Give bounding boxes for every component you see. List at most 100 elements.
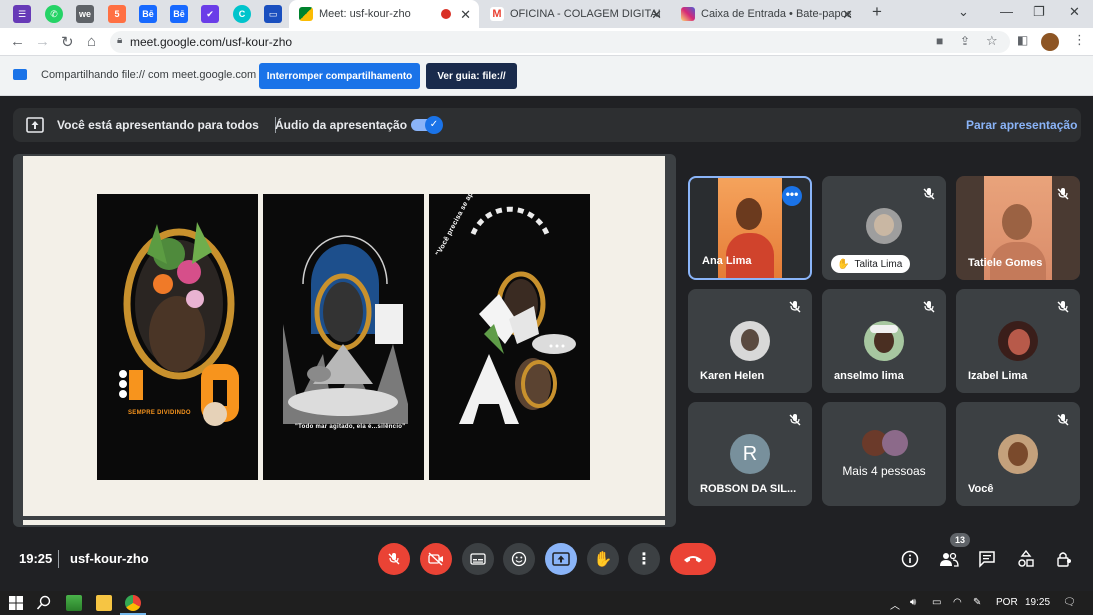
leave-call-button[interactable] <box>670 543 716 575</box>
tab-search-icon[interactable]: ⌄ <box>958 4 969 20</box>
view-tab-button[interactable]: Ver guia: file:// <box>426 63 517 89</box>
participant-tile[interactable]: R ROBSON DA SIL... <box>688 402 812 506</box>
side-panel-icon[interactable]: ◧ <box>1017 33 1028 47</box>
search-icon[interactable] <box>36 595 52 611</box>
chat-button[interactable] <box>976 548 998 570</box>
host-controls-button[interactable] <box>1053 548 1075 570</box>
presentation-stage: SEMPRE DIVIDINDO "Todo mar agitado, ela … <box>13 154 676 527</box>
forward-icon[interactable]: → <box>35 33 50 50</box>
avatar <box>864 321 904 361</box>
presentation-audio-label: Áudio da apresentação <box>275 118 408 132</box>
battery-icon[interactable]: ▭ <box>932 597 941 608</box>
avatar <box>730 321 770 361</box>
browser-toolbar: ← → ↻ ⌂ 🔒︎ meet.google.com/usf-kour-zho … <box>0 28 1093 56</box>
recording-icon <box>441 9 451 19</box>
pocket-icon[interactable]: ✔ <box>201 5 219 23</box>
presentation-audio-toggle[interactable]: ✓ <box>411 116 443 134</box>
avatar <box>882 430 908 456</box>
address-bar[interactable]: 🔒︎ meet.google.com/usf-kour-zho ■ ⇪ ☆ <box>110 31 1010 53</box>
canva-icon[interactable]: C <box>233 5 251 23</box>
home-icon[interactable]: ⌂ <box>87 33 96 50</box>
tab-instagram[interactable]: Caixa de Entrada • Bate-papos ✕ <box>671 0 861 28</box>
bookmark-star-icon[interactable]: ☆ <box>986 33 998 49</box>
mic-off-icon <box>1057 301 1069 313</box>
poster-caption: "Todo mar agitado, ela é...silêncio" <box>295 424 406 430</box>
more-people-label: Mais 4 pessoas <box>842 464 926 478</box>
participant-name: Karen Helen <box>700 370 765 382</box>
close-tab-icon[interactable]: ✕ <box>460 7 471 23</box>
file-explorer-icon[interactable] <box>96 595 112 611</box>
whatsapp-icon[interactable]: ✆ <box>45 5 63 23</box>
new-tab-icon[interactable]: + <box>872 2 882 22</box>
avatar <box>866 208 902 244</box>
reactions-button[interactable] <box>503 543 535 575</box>
sharing-text: Compartilhando file:// com meet.google.c… <box>41 69 257 81</box>
taskbar-clock[interactable]: 19:25 <box>1025 597 1050 608</box>
present-now-button[interactable] <box>545 543 577 575</box>
wifi-icon[interactable]: ◠ <box>953 597 962 608</box>
chrome-icon[interactable] <box>125 595 141 611</box>
behance-icon[interactable]: Bē <box>170 5 188 23</box>
meeting-details-button[interactable] <box>899 548 921 570</box>
close-tab-icon[interactable]: ✕ <box>651 7 662 23</box>
volume-icon[interactable]: 🔊︎ <box>910 597 916 608</box>
close-window-icon[interactable]: ✕ <box>1069 4 1080 20</box>
close-tab-icon[interactable]: ✕ <box>842 7 853 23</box>
hang-up-icon <box>684 556 702 563</box>
purple-app-icon[interactable]: ☰ <box>13 5 31 23</box>
microphone-button[interactable] <box>378 543 410 575</box>
participant-tile[interactable]: ✋ Talita Lima <box>822 176 946 280</box>
orange-app-icon[interactable]: 5 <box>108 5 126 23</box>
captions-button[interactable] <box>462 543 494 575</box>
more-options-icon[interactable]: ⋮ <box>1073 32 1086 48</box>
photo-app-icon[interactable] <box>66 595 82 611</box>
participant-tile[interactable]: anselmo lima <box>822 289 946 393</box>
more-people-tile[interactable]: Mais 4 pessoas <box>822 402 946 506</box>
people-button[interactable] <box>938 548 960 570</box>
participant-tile-self[interactable]: Você <box>956 402 1080 506</box>
info-icon <box>901 550 919 568</box>
windows-taskbar: ︿ 🔊︎ ▭ ◠ ✎ POR 19:25 🗨︎ <box>0 591 1093 615</box>
camera-icon[interactable]: ■ <box>936 34 943 48</box>
participant-name: Você <box>968 483 994 495</box>
participant-tile[interactable]: Izabel Lima <box>956 289 1080 393</box>
input-language[interactable]: POR <box>996 597 1018 608</box>
raise-hand-button[interactable]: ✋ <box>587 543 619 575</box>
collage-poster-3: "Você precisa se apaixonar" <box>429 194 590 480</box>
show-hidden-icons[interactable]: ︿ <box>890 597 900 612</box>
restore-icon[interactable]: ❐ <box>1033 4 1045 20</box>
participant-tile[interactable]: Tatiele Gomes <box>956 176 1080 280</box>
more-options-button[interactable]: ⋮ <box>628 543 660 575</box>
more-vert-icon: ⋮ <box>636 551 652 568</box>
mic-off-icon <box>1057 188 1069 200</box>
presenting-text: Você está apresentando para todos <box>57 118 259 132</box>
participant-tile[interactable]: Karen Helen <box>688 289 812 393</box>
present-screen-icon <box>26 117 44 133</box>
check-icon: ✓ <box>425 116 443 134</box>
more-options-icon[interactable]: ••• <box>782 186 802 206</box>
minimize-icon[interactable]: — <box>1000 4 1013 19</box>
windows-start-icon[interactable] <box>8 595 24 611</box>
back-icon[interactable]: ← <box>10 33 25 50</box>
reload-icon[interactable]: ↻ <box>61 33 74 51</box>
monitor-app-icon[interactable]: ▭ <box>264 5 282 23</box>
stop-presenting-button[interactable]: Parar apresentação <box>966 118 1077 132</box>
participant-tile[interactable]: ••• Ana Lima <box>688 176 812 280</box>
tab-gmail[interactable]: M OFICINA - COLAGEM DIGITAL - ✕ <box>480 0 670 28</box>
presenting-bar: Você está apresentando para todos Áudio … <box>13 108 1081 142</box>
avatar-initial: R <box>730 434 770 474</box>
share-icon[interactable]: ⇪ <box>960 34 970 48</box>
profile-avatar[interactable] <box>1041 33 1059 51</box>
tab-meet[interactable]: Meet: usf-kour-zho ✕ <box>289 0 479 28</box>
mic-off-icon <box>923 188 935 200</box>
activities-button[interactable] <box>1015 548 1037 570</box>
camera-button[interactable] <box>420 543 452 575</box>
behance-icon[interactable]: Bē <box>139 5 157 23</box>
mic-off-icon <box>923 301 935 313</box>
meeting-clock: 19:25 <box>19 551 53 566</box>
pen-icon[interactable]: ✎ <box>973 597 981 608</box>
raise-hand-icon: ✋ <box>593 551 613 568</box>
we-app-icon[interactable]: we <box>76 5 94 23</box>
stop-sharing-button[interactable]: Interromper compartilhamento <box>259 63 420 89</box>
notifications-icon[interactable]: 🗨︎ <box>1063 597 1076 608</box>
